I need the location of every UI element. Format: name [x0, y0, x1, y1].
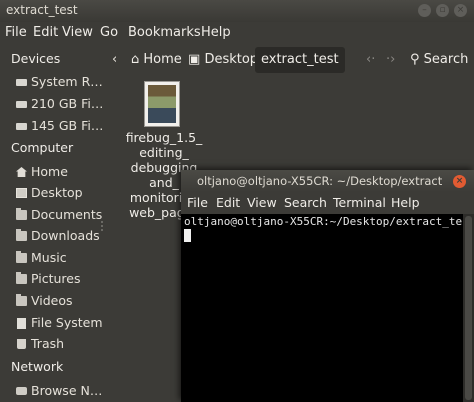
sidebar-item-210gb[interactable]: 210 GB Fi… [16, 95, 102, 115]
breadcrumb-home[interactable]: ⌂ Home [131, 47, 182, 73]
sidebar-item-videos[interactable]: Videos [16, 292, 102, 312]
devices-header: Devices [11, 51, 61, 66]
terminal-cursor [184, 229, 191, 242]
search-button[interactable]: ⚲ Search [410, 47, 468, 73]
filesystem-icon [17, 318, 26, 329]
folder-icon [16, 251, 27, 263]
terminal-menu-edit[interactable]: Edit [216, 195, 240, 210]
folder-icon [16, 229, 27, 241]
previous-icon[interactable]: ‹· [366, 52, 375, 67]
file-name-line: editing_ [139, 145, 189, 160]
sidebar-item-label: File System [31, 315, 102, 330]
back-button[interactable]: ‹ [112, 52, 117, 67]
sidebar-item-label: Videos [31, 293, 73, 308]
breadcrumb-label: Home [143, 52, 182, 67]
breadcrumb-label: extract_test [261, 52, 339, 67]
menu-edit[interactable]: Edit [33, 25, 58, 40]
window-title: extract_test [6, 3, 78, 17]
menu-bookmarks[interactable]: Bookmarks [128, 25, 201, 40]
pdf-thumbnail-icon[interactable] [144, 81, 180, 127]
search-label: Search [423, 52, 469, 67]
sidebar-item-label: Trash [31, 336, 65, 351]
terminal-menu-search[interactable]: Search [284, 195, 327, 210]
search-icon: ⚲ [410, 52, 420, 67]
breadcrumb-extract-test[interactable]: extract_test [255, 47, 345, 73]
sidebar-item-label: Desktop [31, 185, 83, 200]
menubar: File Edit View Go Bookmarks Help [0, 22, 474, 44]
network-header: Network [11, 359, 64, 374]
file-name-line: firebug_1.5_ [125, 130, 203, 145]
folder-icon [16, 294, 27, 306]
terminal-close-button[interactable]: × [453, 175, 466, 188]
sidebar-item-pictures[interactable]: Pictures [16, 270, 102, 290]
book-cover-thumbnail [148, 85, 176, 123]
minimize-button[interactable]: – [418, 4, 431, 17]
next-icon[interactable]: ·› [386, 52, 395, 67]
close-button[interactable]: × [454, 4, 467, 17]
computer-header: Computer [11, 140, 74, 155]
drive-icon [16, 79, 27, 86]
breadcrumb-desktop[interactable]: ▣ Desktop [188, 47, 258, 73]
menu-view[interactable]: View [62, 25, 93, 40]
sidebar-item-label: Documents [31, 207, 102, 222]
terminal-menu-file[interactable]: File [187, 195, 208, 210]
sidebar-item-label: 145 GB Fi… [31, 118, 102, 133]
folder-icon [16, 208, 27, 220]
sidebar-item-label: System R… [31, 74, 102, 89]
breadcrumb-label: Desktop [204, 52, 259, 67]
folder-icon [16, 272, 27, 284]
network-icon [16, 387, 27, 395]
sidebar-item-downloads[interactable]: Downloads [16, 227, 102, 247]
terminal-menu-terminal[interactable]: Terminal [333, 195, 386, 210]
terminal-titlebar[interactable]: oltjano@oltjano-X55CR: ~/Desktop/extract [181, 170, 474, 192]
sidebar-item-label: Pictures [31, 271, 81, 286]
terminal-prompt: oltjano@oltjano-X55CR:~/Desktop/extract_… [184, 215, 463, 228]
sidebar-item-label: Browse N… [31, 383, 102, 398]
scrollbar-thumb[interactable] [465, 216, 472, 400]
sidebar-item-label: Home [31, 164, 68, 179]
terminal-menubar: File Edit View Search Terminal Help [181, 192, 474, 214]
trash-icon [17, 339, 26, 349]
home-icon: ⌂ [131, 52, 140, 67]
sidebar-item-system-reserved[interactable]: System R… [16, 73, 102, 93]
terminal-title: oltjano@oltjano-X55CR: ~/Desktop/extract [197, 174, 443, 188]
places-sidebar: Devices System R… 210 GB Fi… 145 GB Fi… … [0, 44, 102, 402]
terminal-menu-help[interactable]: Help [391, 195, 420, 210]
menu-help[interactable]: Help [201, 25, 231, 40]
sidebar-item-home[interactable]: Home [16, 163, 102, 183]
desktop-icon: ▣ [188, 52, 201, 67]
sidebar-item-label: Downloads [31, 228, 100, 243]
sidebar-item-label: Music [31, 250, 67, 265]
terminal-output[interactable]: oltjano@oltjano-X55CR:~/Desktop/extract_… [181, 214, 463, 402]
menu-go[interactable]: Go [100, 25, 118, 40]
menu-file[interactable]: File [5, 25, 27, 40]
sidebar-item-desktop[interactable]: Desktop [16, 184, 102, 204]
sidebar-item-file-system[interactable]: File System [16, 314, 102, 334]
file-manager-titlebar: extract_test – ▫ × [0, 0, 474, 22]
sidebar-item-label: 210 GB Fi… [31, 96, 102, 111]
sidebar-item-music[interactable]: Music [16, 249, 102, 269]
sidebar-item-145gb[interactable]: 145 GB Fi… [16, 117, 102, 137]
terminal-window: oltjano@oltjano-X55CR: ~/Desktop/extract… [181, 170, 474, 402]
sidebar-item-trash[interactable]: Trash [16, 335, 102, 355]
terminal-scrollbar[interactable] [463, 214, 474, 402]
drive-icon [16, 101, 27, 108]
drive-icon [16, 123, 27, 130]
desktop-icon [16, 188, 27, 198]
terminal-menu-view[interactable]: View [247, 195, 277, 210]
home-icon [16, 167, 27, 177]
maximize-button[interactable]: ▫ [436, 4, 449, 17]
sidebar-item-documents[interactable]: Documents [16, 206, 102, 226]
pathbar: ‹ ⌂ Home ▣ Desktop extract_test ‹· ·› ⚲ … [104, 44, 474, 76]
sidebar-item-browse-network[interactable]: Browse N… [16, 382, 102, 402]
